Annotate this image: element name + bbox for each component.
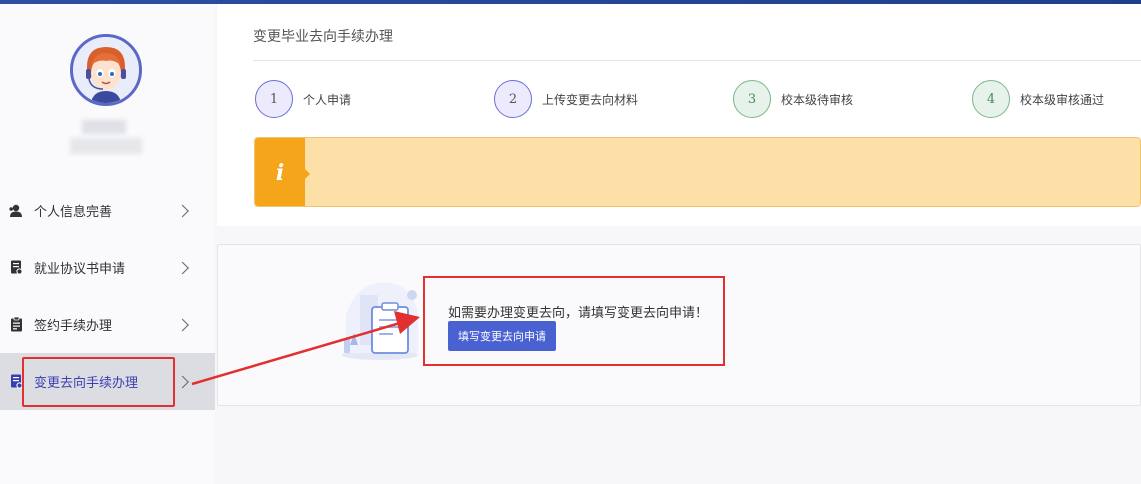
highlight-box: 如需要办理变更去向，请填写变更去向申请！ 填写变更去向申请	[423, 276, 725, 366]
sidebar-item-label: 签约手续办理	[34, 319, 113, 334]
chevron-right-icon	[176, 204, 189, 217]
user-icon	[8, 203, 24, 219]
step-label: 个人申请	[303, 92, 352, 107]
blurred-username	[70, 116, 142, 160]
document-icon	[8, 260, 24, 276]
step-label: 上传变更去向材料	[542, 92, 639, 107]
notice-banner: i	[254, 137, 1141, 207]
chevron-right-icon	[176, 261, 189, 274]
clipboard-icon	[8, 317, 24, 333]
sidebar-item-signing[interactable]: 签约手续办理	[0, 296, 215, 353]
divider	[253, 60, 1141, 61]
prompt-text: 如需要办理变更去向，请填写变更去向申请！	[448, 306, 709, 321]
step-2: 2 上传变更去向材料	[494, 80, 638, 118]
highlight-box	[22, 357, 175, 407]
sidebar-item-agreement[interactable]: 就业协议书申请	[0, 239, 215, 296]
step-label: 校本级待审核	[781, 92, 854, 107]
step-number: 2	[494, 80, 532, 118]
step-number: 4	[972, 80, 1010, 118]
chevron-right-icon	[176, 375, 189, 388]
avatar	[70, 34, 142, 106]
avatar-illustration-icon	[73, 37, 139, 103]
step-1: 1 个人申请	[255, 80, 351, 118]
fill-change-application-button[interactable]: 填写变更去向申请	[448, 321, 556, 351]
sidebar: 个人信息完善 就业协议书申请 签约手续办理 变更去向手续办理	[0, 4, 215, 484]
page-title: 变更毕业去向手续办理	[253, 29, 393, 45]
sidebar-item-label: 个人信息完善	[34, 205, 113, 220]
process-panel: 变更毕业去向手续办理 1 个人申请 2 上传变更去向材料 3 校本级待审核 4 …	[217, 4, 1141, 226]
step-number: 3	[733, 80, 771, 118]
empty-state-panel: 如需要办理变更去向，请填写变更去向申请！ 填写变更去向申请	[217, 244, 1141, 406]
clipboard-illustration-icon	[338, 275, 422, 363]
info-icon: i	[255, 138, 310, 206]
sidebar-item-personal-info[interactable]: 个人信息完善	[0, 182, 215, 239]
sidebar-item-label: 就业协议书申请	[34, 262, 126, 277]
step-4: 4 校本级审核通过	[972, 80, 1104, 118]
step-label: 校本级审核通过	[1020, 92, 1105, 107]
step-number: 1	[255, 80, 293, 118]
chevron-right-icon	[176, 318, 189, 331]
sidebar-item-change-destination[interactable]: 变更去向手续办理	[0, 353, 215, 410]
step-3: 3 校本级待审核	[733, 80, 853, 118]
sidebar-menu: 个人信息完善 就业协议书申请 签约手续办理 变更去向手续办理	[0, 182, 215, 410]
